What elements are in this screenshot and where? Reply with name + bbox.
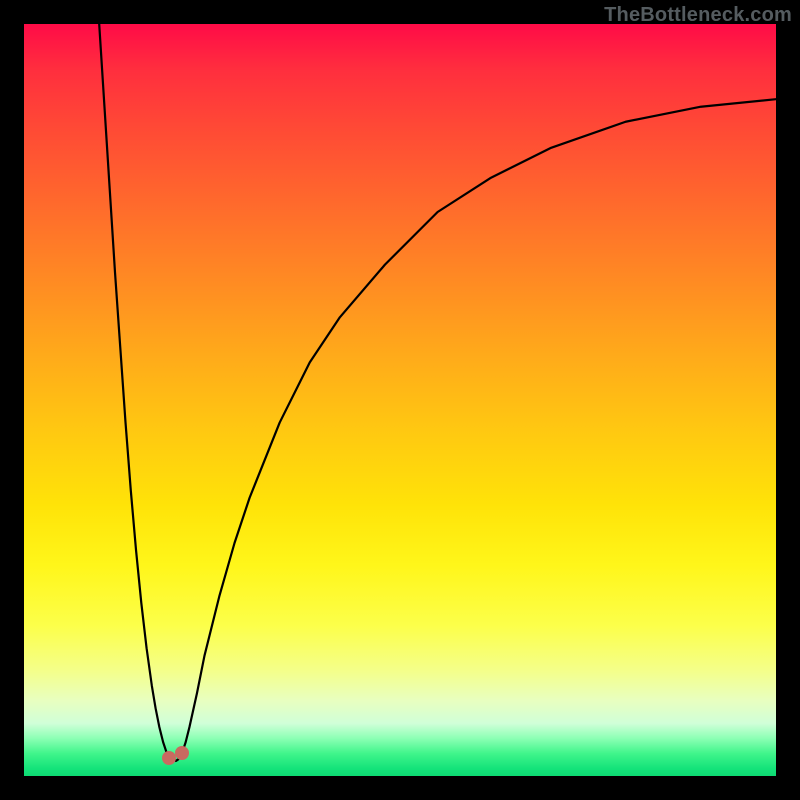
outer-frame: TheBottleneck.com: [0, 0, 800, 800]
curve-right-branch: [174, 99, 776, 761]
watermark-text: TheBottleneck.com: [604, 4, 792, 27]
minimum-marker-right: [175, 746, 189, 760]
curve-left-branch: [99, 24, 174, 761]
curve-layer: [24, 24, 776, 776]
plot-area: [24, 24, 776, 776]
